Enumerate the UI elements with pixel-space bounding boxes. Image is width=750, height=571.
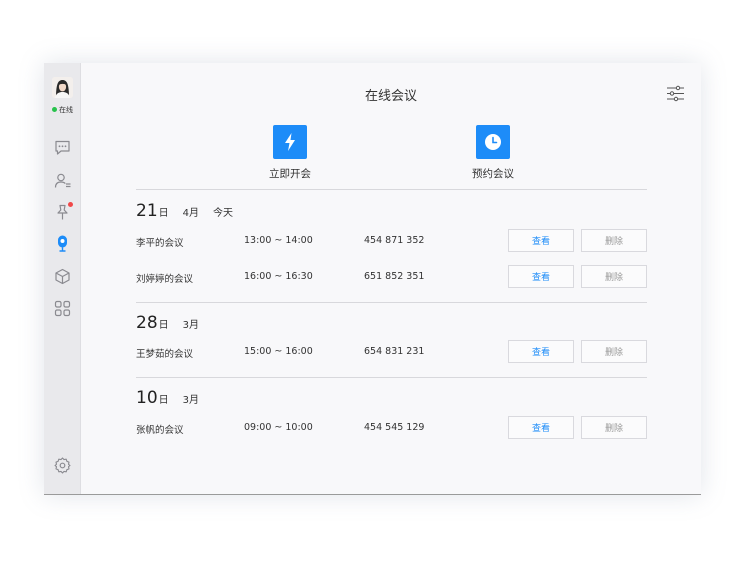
meeting-name: 刘婷婷的会议	[136, 274, 194, 285]
meeting-name: 李平的会议	[136, 238, 184, 249]
start-meeting-button[interactable]: 立即开会	[255, 125, 325, 181]
divider	[136, 189, 647, 190]
date-month: 3月	[182, 395, 200, 406]
date-day-suffix: 日	[158, 320, 169, 331]
meeting-id: 454 871 352	[364, 235, 425, 246]
schedule-meeting-button[interactable]: 预约会议	[458, 125, 528, 181]
online-status: 在线	[52, 105, 73, 115]
today-label: 今天	[213, 208, 234, 219]
view-button[interactable]: 查看	[508, 229, 574, 252]
meeting-row: 张帆的会议 09:00 ~ 10:00 454 545 129 查看 删除	[136, 416, 647, 439]
divider	[136, 377, 647, 378]
date-day-suffix: 日	[158, 395, 169, 406]
gear-icon[interactable]	[53, 456, 72, 475]
meeting-id: 454 545 129	[364, 422, 425, 433]
meeting-time: 15:00 ~ 16:00	[244, 346, 313, 357]
status-text: 在线	[59, 106, 73, 114]
start-meeting-label: 立即开会	[269, 168, 311, 180]
filter-icon[interactable]	[666, 85, 685, 102]
delete-button[interactable]: 删除	[581, 416, 647, 439]
box-icon[interactable]	[53, 267, 72, 286]
date-day: 28	[136, 313, 158, 333]
meeting-name: 张帆的会议	[136, 425, 184, 436]
meeting-time: 09:00 ~ 10:00	[244, 422, 313, 433]
date-header: 21 日 4月 今天	[136, 201, 233, 221]
meeting-time: 13:00 ~ 14:00	[244, 235, 313, 246]
schedule-meeting-label: 预约会议	[472, 168, 514, 180]
meeting-id: 654 831 231	[364, 346, 425, 357]
date-header: 28 日 3月	[136, 313, 199, 333]
view-button[interactable]: 查看	[508, 340, 574, 363]
date-header: 10 日 3月	[136, 388, 199, 408]
delete-button[interactable]: 删除	[581, 229, 647, 252]
meeting-row: 刘婷婷的会议 16:00 ~ 16:30 651 852 351 查看 删除	[136, 265, 647, 288]
sidebar: 在线	[44, 63, 81, 494]
main-panel: 在线会议 立即开会 预约会议 21 日 4月 今天 李平的会议 13:00 ~ …	[81, 63, 701, 494]
online-dot	[52, 107, 57, 112]
date-day: 10	[136, 388, 158, 408]
contacts-icon[interactable]	[53, 171, 72, 190]
meeting-row: 李平的会议 13:00 ~ 14:00 454 871 352 查看 删除	[136, 229, 647, 252]
delete-button[interactable]: 删除	[581, 265, 647, 288]
notification-badge	[68, 202, 73, 207]
page-title: 在线会议	[364, 89, 417, 104]
meeting-time: 16:00 ~ 16:30	[244, 271, 313, 282]
date-day-suffix: 日	[158, 208, 169, 219]
clock-icon	[476, 125, 510, 159]
chat-icon[interactable]	[53, 138, 72, 157]
apps-icon[interactable]	[53, 299, 72, 318]
date-month: 3月	[182, 320, 200, 331]
divider	[136, 302, 647, 303]
view-button[interactable]: 查看	[508, 265, 574, 288]
delete-button[interactable]: 删除	[581, 340, 647, 363]
meeting-name: 王梦茹的会议	[136, 349, 194, 360]
date-day: 21	[136, 201, 158, 221]
avatar[interactable]	[52, 77, 73, 98]
app-window: 在线 在线会议 立即开会 预约会议 21 日 4月 今天 李平的会议 13:00…	[44, 63, 701, 495]
date-month: 4月	[182, 208, 200, 219]
view-button[interactable]: 查看	[508, 416, 574, 439]
meeting-row: 王梦茹的会议 15:00 ~ 16:00 654 831 231 查看 删除	[136, 340, 647, 363]
meeting-id: 651 852 351	[364, 271, 425, 282]
meeting-icon[interactable]	[53, 234, 72, 253]
lightning-icon	[273, 125, 307, 159]
